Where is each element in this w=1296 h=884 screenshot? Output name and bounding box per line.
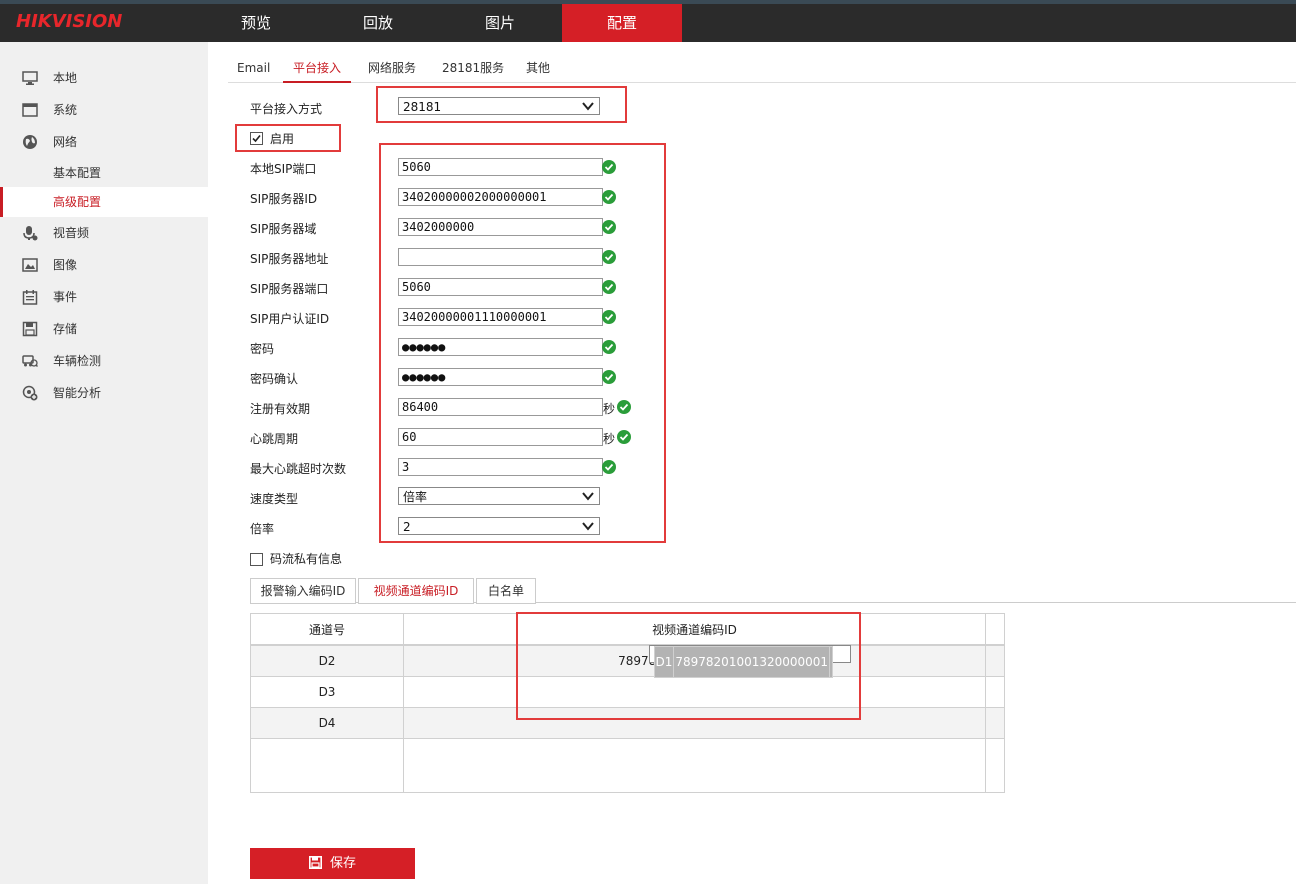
hikvision-logo: HIKVISION <box>16 11 123 32</box>
save-label: 保存 <box>329 856 356 871</box>
subtab-video-channel-id[interactable]: 视频通道编码ID <box>358 578 474 604</box>
system-window-icon <box>22 103 38 117</box>
field-label: SIP服务器端口 <box>250 282 329 296</box>
sidebar-item-basic-config[interactable]: 基本配置 <box>0 158 208 188</box>
nav-playback[interactable]: 回放 <box>318 4 438 42</box>
tab-email[interactable]: Email <box>237 56 270 81</box>
sidebar-item-system[interactable]: 系统 <box>0 95 208 125</box>
sidebar-item-label: 智能分析 <box>53 386 102 400</box>
channel-cell: D2 <box>250 645 404 677</box>
sidebar-item-vehicle-detection[interactable]: 车辆检测 <box>0 346 208 376</box>
sidebar-item-label: 视音频 <box>53 226 90 240</box>
scrollbar-cell <box>985 707 1005 739</box>
scrollbar-cell <box>985 738 1005 793</box>
sidebar-item-network[interactable]: 网络 <box>0 127 208 157</box>
field-label: SIP服务器地址 <box>250 252 329 266</box>
field-label: SIP服务器ID <box>250 192 318 206</box>
sidebar-item-label: 图像 <box>53 258 78 272</box>
stream-private-label: 码流私有信息 <box>270 552 343 566</box>
field-label: 本地SIP端口 <box>250 162 317 176</box>
globe-icon <box>23 135 37 149</box>
column-header-channel: 通道号 <box>250 613 404 645</box>
sidebar-item-local[interactable]: 本地 <box>0 63 208 93</box>
calendar-icon <box>22 290 38 305</box>
sidebar-item-label: 事件 <box>53 290 78 304</box>
scrollbar-column <box>985 613 1005 645</box>
nav-picture[interactable]: 图片 <box>440 4 560 42</box>
scrollbar-cell <box>985 645 1005 677</box>
vehicle-detect-icon <box>22 355 38 368</box>
highlight-box-access-mode <box>376 86 627 123</box>
access-mode-label: 平台接入方式 <box>250 102 323 116</box>
sidebar-item-label: 基本配置 <box>53 166 102 180</box>
empty-cell <box>403 738 986 793</box>
field-label: 密码确认 <box>250 372 299 386</box>
tab-network-service[interactable]: 网络服务 <box>368 56 416 81</box>
field-label: 最大心跳超时次数 <box>250 462 347 476</box>
subtab-alarm-input-id[interactable]: 报警输入编码ID <box>250 578 356 604</box>
subtab-whitelist[interactable]: 白名单 <box>476 578 536 604</box>
image-icon <box>22 258 38 272</box>
sidebar: 本地 系统 网络 基本配置 高级配置 视音频 图像 事件 存储 车辆检测 智能分… <box>0 42 211 884</box>
sidebar-item-label: 存储 <box>53 322 78 336</box>
sidebar-item-image[interactable]: 图像 <box>0 250 208 280</box>
sidebar-item-label: 系统 <box>53 103 78 117</box>
field-label: 注册有效期 <box>250 402 311 416</box>
highlight-box-sip-settings <box>379 143 666 543</box>
sidebar-item-smart-analysis[interactable]: 智能分析 <box>0 378 208 408</box>
nav-preview[interactable]: 预览 <box>196 4 316 42</box>
sidebar-item-advanced-config[interactable]: 高级配置 <box>0 187 211 217</box>
scrollbar-cell <box>985 676 1005 708</box>
nav-configuration[interactable]: 配置 <box>562 4 682 42</box>
field-label: 密码 <box>250 342 275 356</box>
disk-icon <box>22 321 38 337</box>
field-label: 心跳周期 <box>250 432 299 446</box>
smart-analysis-icon <box>22 385 38 401</box>
table-empty-row <box>250 738 1005 793</box>
sidebar-item-event[interactable]: 事件 <box>0 282 208 312</box>
field-label: SIP用户认证ID <box>250 312 330 326</box>
tab-other[interactable]: 其他 <box>526 56 550 81</box>
sidebar-item-storage[interactable]: 存储 <box>0 314 208 344</box>
tab-platform-access[interactable]: 平台接入 <box>283 56 352 83</box>
field-label: SIP服务器域 <box>250 222 317 236</box>
tab-28181-service[interactable]: 28181服务 <box>442 56 504 81</box>
channel-cell: D4 <box>250 707 404 739</box>
config-tabs: Email 平台接入 网络服务 28181服务 其他 <box>228 56 1296 83</box>
save-button[interactable]: 保存 <box>250 848 415 879</box>
sidebar-item-video-audio[interactable]: 视音频 <box>0 218 208 248</box>
highlight-box-enable <box>235 124 341 152</box>
sidebar-item-label: 本地 <box>53 71 78 85</box>
sidebar-item-label: 网络 <box>53 135 78 149</box>
stream-private-checkbox[interactable] <box>250 553 263 566</box>
sidebar-item-label: 车辆检测 <box>53 354 102 368</box>
highlight-box-channel-ids <box>516 612 861 720</box>
sidebar-item-label: 高级配置 <box>53 195 102 209</box>
speed-type-label: 速度类型 <box>250 492 299 506</box>
monitor-icon <box>22 71 38 85</box>
microphone-icon <box>23 226 38 241</box>
rate-label: 倍率 <box>250 522 275 536</box>
empty-cell <box>250 738 404 793</box>
save-icon <box>308 856 322 869</box>
top-bar: HIKVISION 预览 回放 图片 配置 <box>0 0 1296 42</box>
channel-cell: D3 <box>250 676 404 708</box>
